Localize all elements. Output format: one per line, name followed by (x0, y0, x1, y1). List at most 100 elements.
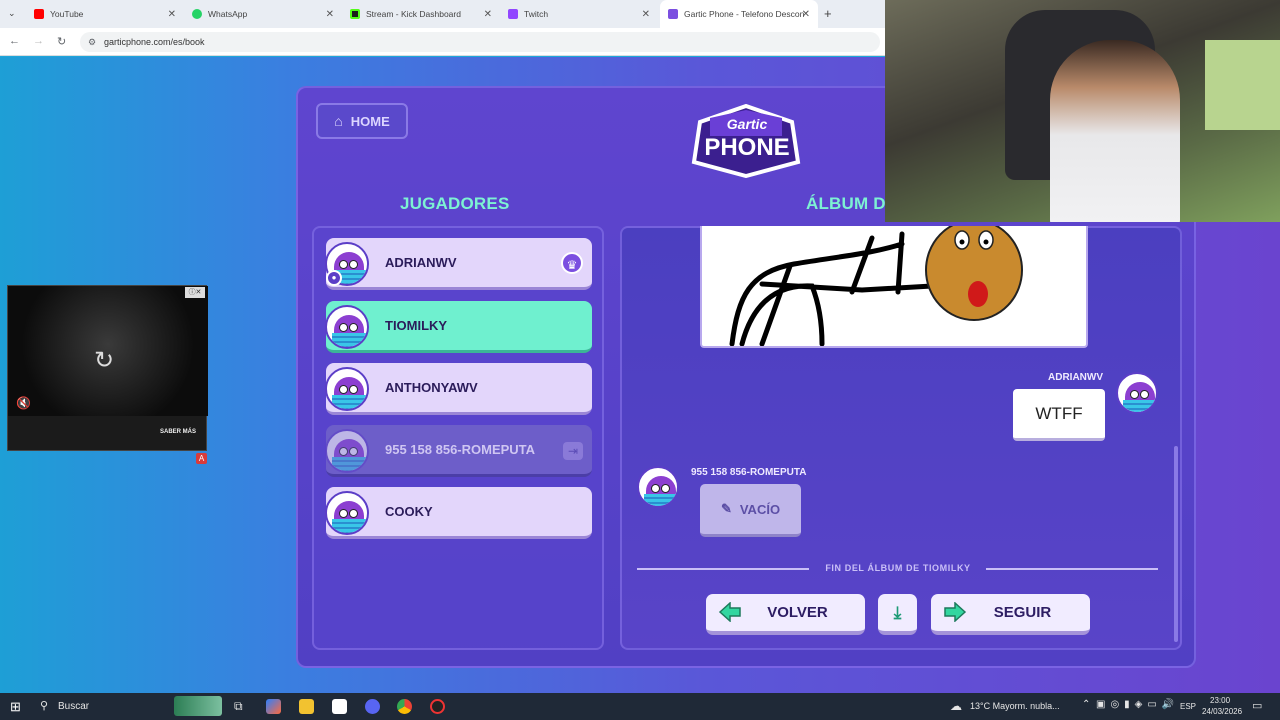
you-badge-icon: ● (326, 270, 342, 286)
tray-icons[interactable]: ▣◎▮◈▭🔊 (1096, 699, 1179, 710)
tab-gartic-phone[interactable]: Gartic Phone - Telefono Descon ✕ (660, 0, 818, 28)
disconnected-icon: ⇥ (563, 442, 583, 460)
next-label: SEGUIR (993, 604, 1052, 621)
clock-time[interactable]: 23:00 (1210, 696, 1230, 705)
chrome-icon[interactable] (397, 699, 412, 714)
url-field[interactable]: ⚙ garticphone.com/es/book (80, 32, 880, 52)
player-name: TIOMILKY (385, 318, 448, 333)
empty-author-avatar (637, 466, 679, 508)
forward-arrow-icon[interactable]: → (33, 35, 44, 47)
browser-tab-bar: ⌄ YouTube ✕ WhatsApp ✕ Stream - Kick Das… (0, 0, 885, 28)
youtube-icon (34, 9, 44, 19)
close-tab-icon[interactable]: ✕ (326, 9, 334, 20)
file-explorer-icon[interactable] (299, 699, 314, 714)
gartic-phone-logo: Gartic PHONE (686, 103, 808, 179)
reload-icon[interactable]: ↻ (57, 35, 66, 48)
site-info-icon[interactable]: ⚙ (88, 32, 96, 52)
avatar (325, 305, 369, 349)
widget-landscape-icon[interactable] (174, 696, 222, 716)
player-name: 955 158 856-ROMEPUTA (385, 442, 536, 457)
store-icon[interactable] (332, 699, 347, 714)
end-divider-left (637, 568, 809, 570)
player-row-adrianwv[interactable]: ● ADRIANWV ♛ (325, 238, 592, 290)
reply-text: WTFF (1035, 403, 1083, 423)
players-heading: JUGADORES (400, 194, 510, 213)
tab-youtube[interactable]: YouTube ✕ (26, 0, 184, 28)
right-arrow-icon (944, 602, 967, 622)
clock-date[interactable]: 24/03/2026 (1202, 707, 1242, 716)
replay-icon[interactable]: ↻ (94, 346, 114, 375)
task-view-icon[interactable]: ⧉ (234, 699, 243, 714)
gartic-icon (668, 9, 678, 19)
taskbar: ⊞ ⚲ Buscar ⧉ ☁ 13°C Mayorm. nubla... ⌃ ▣… (0, 693, 1280, 720)
close-tab-icon[interactable]: ✕ (802, 9, 810, 20)
obs-icon[interactable] (430, 699, 445, 714)
taskbar-search[interactable]: Buscar (58, 701, 89, 712)
weather-icon: ☁ (950, 699, 962, 713)
windows-start-icon[interactable]: ⊞ (10, 699, 21, 715)
tray-chevron-icon[interactable]: ⌃ (1082, 699, 1090, 710)
ad-close-icon[interactable]: ⓘ✕ (185, 287, 205, 298)
house-icon: ⌂ (334, 113, 343, 129)
player-name: ANTHONYAWV (385, 380, 478, 395)
player-row-anthonyawv[interactable]: ANTHONYAWV (325, 363, 592, 415)
empty-label: VACÍO (739, 501, 781, 517)
address-bar: ← → ↻ ⚙ garticphone.com/es/book (0, 28, 885, 56)
kick-icon (350, 9, 360, 19)
empty-author: 955 158 856-ROMEPUTA (691, 467, 807, 478)
player-name: ADRIANWV (385, 255, 457, 270)
left-arrow-icon (718, 602, 741, 622)
close-tab-icon[interactable]: ✕ (168, 9, 176, 20)
home-button[interactable]: ⌂ HOME (316, 103, 408, 139)
mute-icon[interactable]: 🔇 (16, 396, 31, 410)
ad-more-link[interactable]: SABER MÁS (160, 429, 196, 435)
whatsapp-icon (192, 9, 202, 19)
new-tab-icon[interactable]: + (824, 6, 832, 21)
close-tab-icon[interactable]: ✕ (484, 9, 492, 20)
discord-icon[interactable] (365, 699, 380, 714)
tab-label: Twitch (524, 9, 549, 19)
search-icon[interactable]: ⚲ (40, 699, 48, 712)
download-button[interactable]: ⤓ (878, 594, 917, 635)
album-drawing (700, 219, 1088, 348)
reply-bubble: WTFF (1013, 389, 1105, 441)
reply-author: ADRIANWV (1048, 372, 1103, 383)
avatar (325, 367, 369, 411)
tab-label: YouTube (50, 9, 84, 19)
download-icon: ⤓ (893, 602, 902, 622)
next-button[interactable]: SEGUIR (931, 594, 1090, 635)
tab-label: Gartic Phone - Telefono Descon (684, 9, 804, 19)
back-button[interactable]: VOLVER (706, 594, 865, 635)
copilot-icon[interactable] (266, 699, 281, 714)
player-row-romeputa[interactable]: 955 158 856-ROMEPUTA ⇥ (325, 425, 592, 477)
pencil-icon: ✎ (720, 501, 732, 516)
home-label: HOME (350, 113, 390, 129)
logo-top-text: Gartic (726, 116, 768, 132)
tab-whatsapp[interactable]: WhatsApp ✕ (184, 0, 342, 28)
end-divider-right (986, 568, 1158, 570)
tab-twitch[interactable]: Twitch ✕ (500, 0, 658, 28)
album-heading: ÁLBUM D (806, 194, 886, 213)
close-tab-icon[interactable]: ✕ (642, 9, 650, 20)
back-arrow-icon[interactable]: ← (9, 35, 20, 47)
weather-text[interactable]: 13°C Mayorm. nubla... (970, 701, 1060, 711)
tab-label: Stream - Kick Dashboard (366, 9, 461, 19)
album-end-text: FIN DEL ÁLBUM DE TIOMILKY (825, 563, 971, 573)
video-ad[interactable]: ↻ 🔇 ⓘ✕ SABER MÁS (7, 285, 208, 451)
player-row-tiomilky[interactable]: TIOMILKY (325, 301, 592, 353)
webcam-window (1205, 40, 1280, 130)
album-scrollbar[interactable] (1174, 446, 1178, 642)
tab-kick[interactable]: Stream - Kick Dashboard ✕ (342, 0, 500, 28)
webcam-person (1050, 40, 1180, 222)
player-row-cooky[interactable]: COOKY (325, 487, 592, 539)
avatar (325, 491, 369, 535)
ad-badge: A (196, 453, 207, 464)
url-text: garticphone.com/es/book (104, 37, 205, 47)
language-indicator[interactable]: ESP (1180, 702, 1196, 711)
player-name: COOKY (385, 504, 433, 519)
logo-bottom-text: PHONE (704, 134, 790, 161)
empty-entry: ✎ VACÍO (700, 484, 801, 537)
notifications-icon[interactable]: ▭ (1252, 699, 1262, 712)
tab-list-chevron-icon[interactable]: ⌄ (8, 8, 16, 19)
avatar (325, 429, 369, 473)
